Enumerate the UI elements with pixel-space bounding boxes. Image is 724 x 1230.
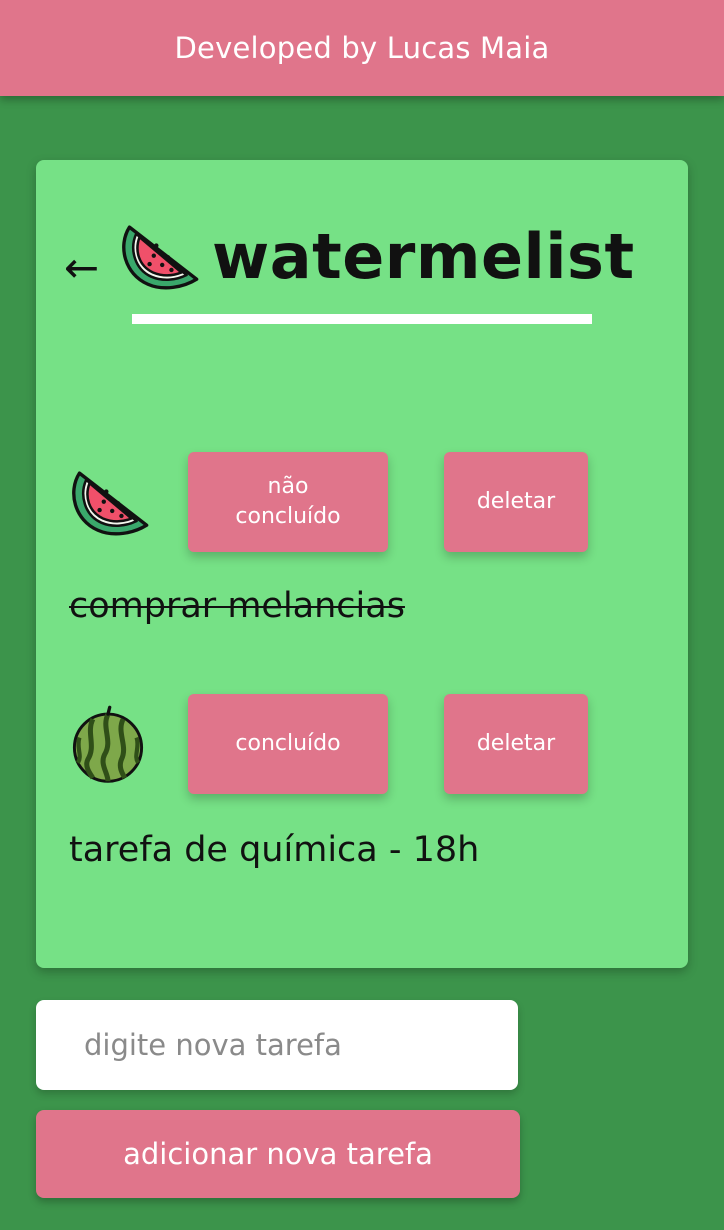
- task-text: comprar melancias: [69, 586, 405, 626]
- new-task-input[interactable]: [36, 1000, 518, 1090]
- app-title: watermelist: [212, 220, 635, 293]
- todo-card: ← watermelist não concluído deletar comp…: [36, 160, 688, 968]
- delete-button[interactable]: deletar: [444, 694, 588, 794]
- delete-button[interactable]: deletar: [444, 452, 588, 552]
- toggle-status-button[interactable]: não concluído: [188, 452, 388, 552]
- toggle-status-button[interactable]: concluído: [188, 694, 388, 794]
- whole-watermelon-icon: [72, 705, 144, 783]
- left-arrow-icon[interactable]: ←: [64, 236, 108, 300]
- task-text: tarefa de química - 18h: [69, 830, 480, 870]
- top-bar: Developed by Lucas Maia: [0, 0, 724, 96]
- developer-credit: Developed by Lucas Maia: [174, 31, 550, 65]
- add-task-button[interactable]: adicionar nova tarefa: [36, 1110, 520, 1198]
- watermelon-slice-icon: [72, 468, 149, 536]
- watermelon-slice-icon: [122, 222, 199, 290]
- title-underline: [132, 314, 592, 324]
